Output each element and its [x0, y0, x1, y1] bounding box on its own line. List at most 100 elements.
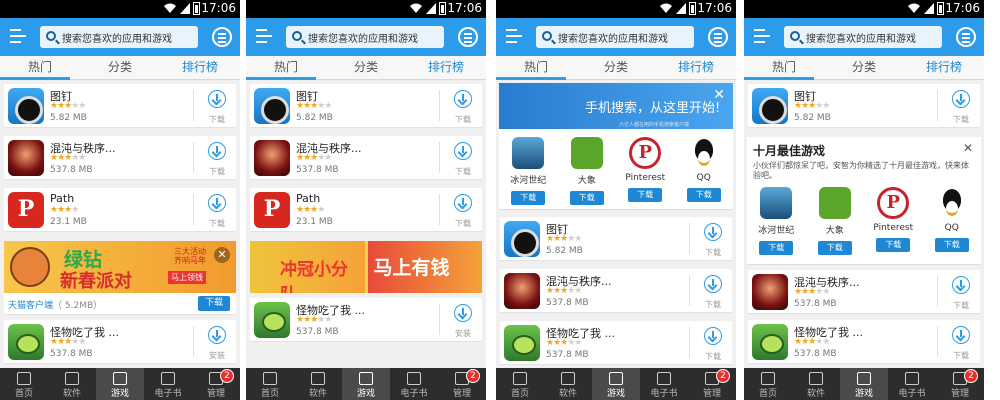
download-icon[interactable]: [206, 194, 228, 216]
download-manager-icon[interactable]: [212, 27, 232, 47]
nav-software[interactable]: 软件: [792, 368, 840, 400]
promo-app[interactable]: 大象 下载: [810, 187, 860, 255]
download-icon[interactable]: [452, 90, 474, 112]
nav-ebook[interactable]: 电子书: [640, 368, 688, 400]
list-item[interactable]: 混沌与秩序... ★★★★★ 537.8 MB 下载: [500, 269, 732, 313]
home-icon: [513, 372, 527, 385]
nav-home[interactable]: 首页: [744, 368, 792, 400]
download-icon[interactable]: [950, 276, 972, 298]
download-icon[interactable]: [206, 142, 228, 164]
tab-category[interactable]: 分类: [326, 56, 406, 79]
tab-hot[interactable]: 热门: [0, 56, 80, 79]
promo-app[interactable]: 冰河世纪 下载: [751, 187, 801, 255]
list-item[interactable]: 怪物吃了我 ... ★★★★★ 537.8 MB 下载: [748, 320, 980, 364]
nav-games[interactable]: 游戏: [592, 368, 640, 400]
download-icon[interactable]: [702, 327, 724, 349]
list-item[interactable]: 图钉 ★★★★★ 5.82 MB 下载: [748, 84, 980, 128]
tab-hot[interactable]: 热门: [246, 56, 326, 79]
list-item[interactable]: 图钉 ★★★★★ 5.82 MB 下载: [500, 217, 732, 261]
nav-manage[interactable]: 管理 2: [688, 368, 736, 400]
download-button[interactable]: 下载: [876, 238, 911, 252]
banner-left[interactable]: 冲冠小分队: [250, 241, 365, 293]
nav-games[interactable]: 游戏: [840, 368, 888, 400]
promo-header[interactable]: 手机搜索，从这里开始! 六亿人都在用的手机搜索客户端 ✕: [499, 83, 733, 129]
list-item[interactable]: Path ★★★★ 23.1 MB 下载: [250, 188, 482, 232]
tab-ranking[interactable]: 排行榜: [904, 56, 984, 79]
download-manager-icon[interactable]: [956, 27, 976, 47]
tab-hot[interactable]: 热门: [496, 56, 576, 79]
list-item[interactable]: 混沌与秩序... ★★★★★ 537.8 MB 下载: [4, 136, 236, 180]
download-manager-icon[interactable]: [458, 27, 478, 47]
list-item[interactable]: 图钉 ★★★★★ 5.82 MB 下载: [250, 84, 482, 128]
nav-home[interactable]: 首页: [0, 368, 48, 400]
list-item[interactable]: 怪物吃了我 ... ★★★★★ 537.8 MB 下载: [500, 321, 732, 365]
download-button[interactable]: 下载: [511, 191, 546, 205]
download-icon[interactable]: [452, 142, 474, 164]
download-button[interactable]: 下载: [628, 188, 663, 202]
app-size: 5.82 MB: [296, 113, 333, 123]
tab-hot[interactable]: 热门: [744, 56, 824, 79]
download-icon[interactable]: [950, 326, 972, 348]
nav-ebook[interactable]: 电子书: [390, 368, 438, 400]
app-size: 537.8 MB: [296, 165, 339, 175]
search-input[interactable]: 搜索您喜欢的应用和游戏: [286, 26, 444, 48]
tab-category[interactable]: 分类: [80, 56, 160, 79]
menu-icon[interactable]: [256, 29, 272, 43]
download-button[interactable]: 下载: [569, 191, 604, 205]
download-button[interactable]: 下载: [817, 241, 852, 255]
download-button[interactable]: 下载: [686, 188, 721, 202]
nav-manage[interactable]: 管理 2: [192, 368, 240, 400]
download-button[interactable]: 下载: [759, 241, 794, 255]
list-item[interactable]: 怪物吃了我 ... ★★★★★ 537.8 MB 安装: [4, 320, 236, 364]
nav-home[interactable]: 首页: [246, 368, 294, 400]
nav-home[interactable]: 首页: [496, 368, 544, 400]
search-input[interactable]: 搜索您喜欢的应用和游戏: [784, 26, 942, 48]
tab-ranking[interactable]: 排行榜: [656, 56, 736, 79]
list-item[interactable]: Path ★★★★ 23.1 MB 下载: [4, 188, 236, 232]
banner-right[interactable]: 马上有钱: [367, 241, 482, 293]
tab-ranking[interactable]: 排行榜: [160, 56, 240, 79]
tab-category[interactable]: 分类: [576, 56, 656, 79]
nav-software[interactable]: 软件: [294, 368, 342, 400]
promo-app[interactable]: Pinterest下载: [868, 187, 918, 255]
menu-icon[interactable]: [10, 29, 26, 43]
menu-icon[interactable]: [754, 29, 770, 43]
banner-download-button[interactable]: 下载: [198, 296, 230, 311]
list-item[interactable]: 混沌与秩序... ★★★★★ 537.8 MB 下载: [748, 270, 980, 314]
list-item[interactable]: 怪物吃了我 ... ★★★★★ 537.8 MB 安装: [250, 298, 482, 342]
download-manager-icon[interactable]: [708, 27, 728, 47]
tab-category[interactable]: 分类: [824, 56, 904, 79]
nav-software[interactable]: 软件: [544, 368, 592, 400]
menu-icon[interactable]: [506, 29, 522, 43]
nav-ebook[interactable]: 电子书: [888, 368, 936, 400]
promo-banner[interactable]: 冲冠小分队 马上有钱: [250, 241, 482, 293]
promo-app[interactable]: QQ 下载: [927, 187, 977, 255]
search-input[interactable]: 搜索您喜欢的应用和游戏: [536, 26, 694, 48]
promo-app[interactable]: 冰河世纪 下载: [503, 137, 553, 205]
nav-manage[interactable]: 管理 2: [936, 368, 984, 400]
download-button[interactable]: 下载: [934, 238, 969, 252]
tab-ranking[interactable]: 排行榜: [406, 56, 486, 79]
download-icon[interactable]: [452, 194, 474, 216]
promo-app[interactable]: Pinterest下载: [620, 137, 670, 205]
download-icon[interactable]: [950, 90, 972, 112]
nav-games[interactable]: 游戏: [342, 368, 390, 400]
close-icon[interactable]: ✕: [713, 87, 725, 103]
close-icon[interactable]: ✕: [214, 247, 230, 263]
download-icon[interactable]: [702, 223, 724, 245]
search-input[interactable]: 搜索您喜欢的应用和游戏: [40, 26, 198, 48]
nav-games[interactable]: 游戏: [96, 368, 144, 400]
promo-banner[interactable]: 绿钻 新春派对 三大活动 齐响马年 马上领钱 ✕: [4, 241, 236, 293]
promo-app[interactable]: QQ 下载: [679, 137, 729, 205]
nav-software[interactable]: 软件: [48, 368, 96, 400]
promo-app[interactable]: 大象 下载: [562, 137, 612, 205]
nav-ebook[interactable]: 电子书: [144, 368, 192, 400]
download-icon[interactable]: [702, 275, 724, 297]
download-icon[interactable]: [206, 326, 228, 348]
list-item[interactable]: 混沌与秩序... ★★★★★ 537.8 MB 下载: [250, 136, 482, 180]
close-icon[interactable]: ✕: [963, 141, 973, 155]
download-icon[interactable]: [206, 90, 228, 112]
list-item[interactable]: 图钉 ★★★★★ 5.82 MB 下载: [4, 84, 236, 128]
download-icon[interactable]: [452, 304, 474, 326]
nav-manage[interactable]: 管理 2: [438, 368, 486, 400]
